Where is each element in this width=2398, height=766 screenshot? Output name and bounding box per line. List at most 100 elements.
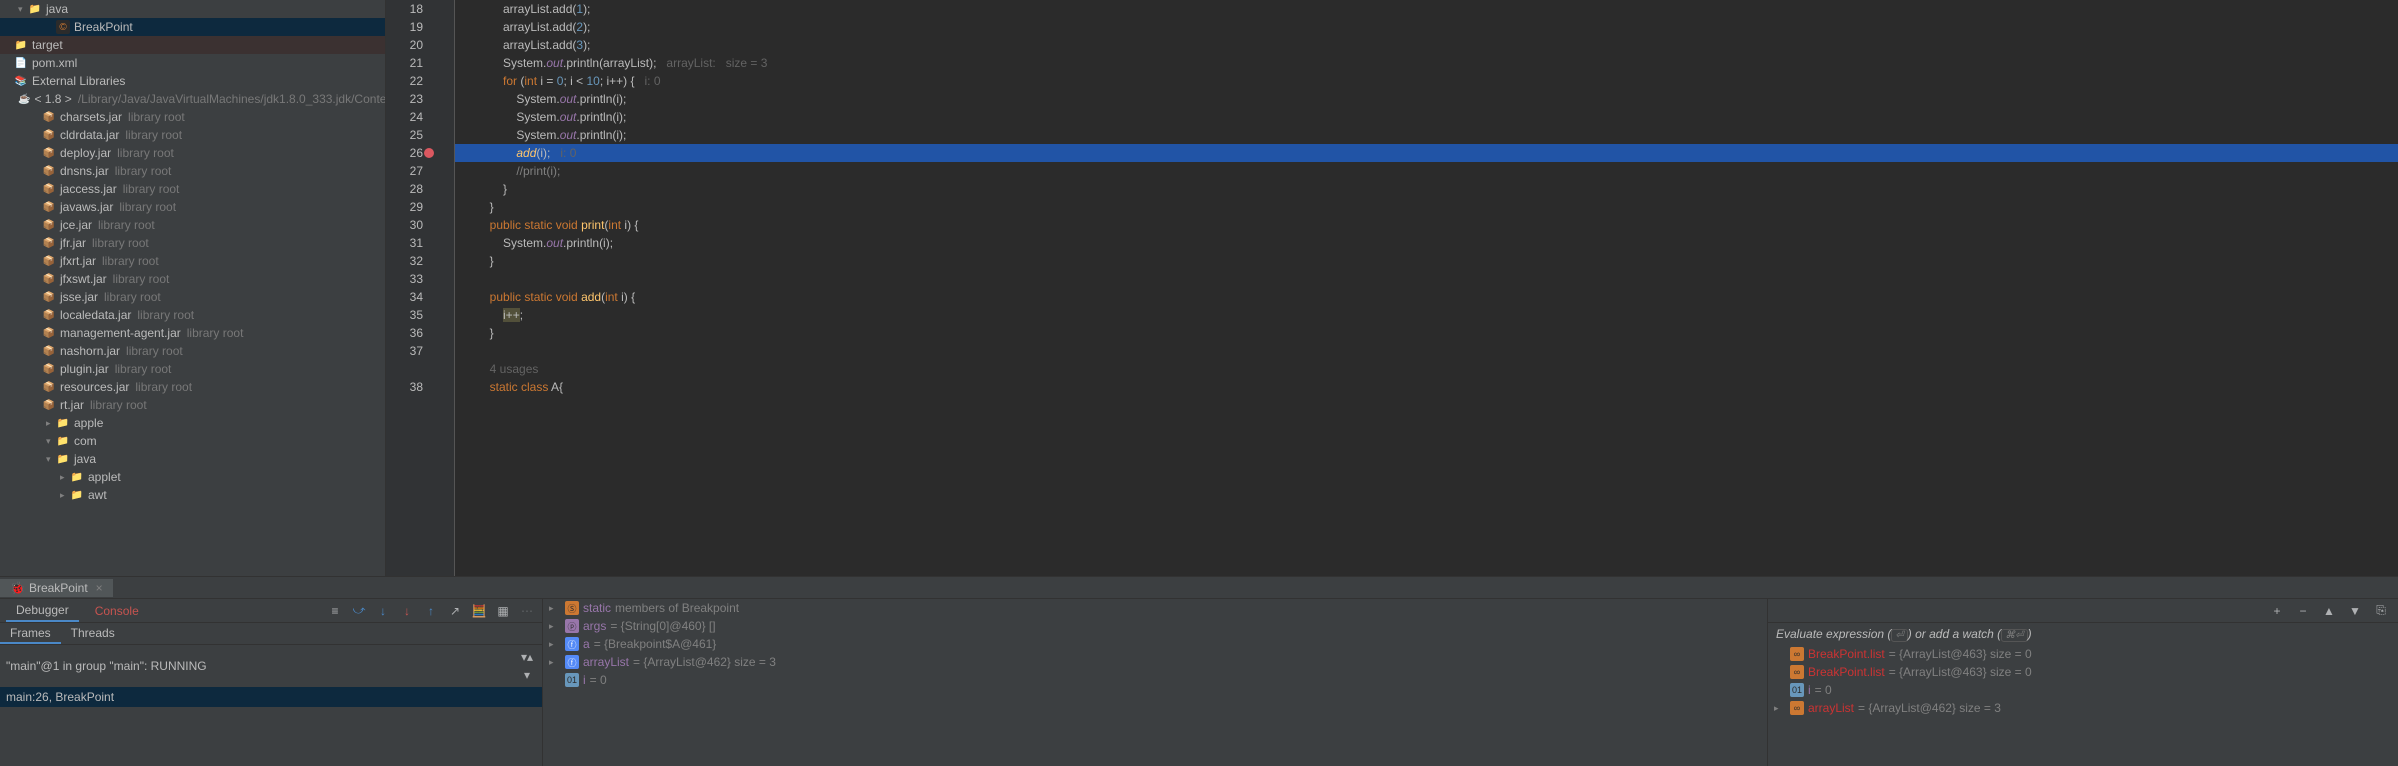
- code-line[interactable]: arrayList.add(2);: [463, 18, 2398, 36]
- tree-item[interactable]: 📦jaccess.jarlibrary root: [0, 180, 385, 198]
- tree-item[interactable]: ©BreakPoint: [0, 18, 385, 36]
- code-line[interactable]: System.out.println(arrayList); arrayList…: [463, 54, 2398, 72]
- dropdown-icon[interactable]: ▾: [518, 666, 536, 684]
- copy-icon[interactable]: ⎘: [2372, 602, 2390, 620]
- expand-icon[interactable]: ▸: [1774, 703, 1786, 714]
- line-number[interactable]: 32: [386, 252, 423, 270]
- variable-row[interactable]: ▸ⓟargs = {String[0]@460} []: [543, 617, 1767, 635]
- line-number[interactable]: 30: [386, 216, 423, 234]
- tree-item[interactable]: ▾📁java: [0, 0, 385, 18]
- code-line[interactable]: add(i); i: 0: [463, 144, 2398, 162]
- line-number[interactable]: 36: [386, 324, 423, 342]
- tree-item[interactable]: 📦jsse.jarlibrary root: [0, 288, 385, 306]
- down-icon[interactable]: ▼: [2346, 602, 2364, 620]
- code-line[interactable]: }: [463, 324, 2398, 342]
- variable-row[interactable]: ▸ⓕarrayList = {ArrayList@462} size = 3: [543, 653, 1767, 671]
- thread-row[interactable]: "main"@1 in group "main": RUNNING ▾▴ ▾: [0, 645, 542, 687]
- code-line[interactable]: for (int i = 0; i < 10; i++) { i: 0: [463, 72, 2398, 90]
- code-area[interactable]: arrayList.add(1); arrayList.add(2); arra…: [455, 0, 2398, 576]
- debug-run-tab[interactable]: 🐞 BreakPoint ×: [0, 579, 113, 597]
- align-icon[interactable]: ≡: [326, 602, 344, 620]
- filter-icon[interactable]: ▾▴: [518, 648, 536, 666]
- code-line[interactable]: }: [463, 180, 2398, 198]
- code-line[interactable]: System.out.println(i);: [463, 126, 2398, 144]
- code-line[interactable]: }: [463, 252, 2398, 270]
- tree-item[interactable]: ☕< 1.8 >/Library/Java/JavaVirtualMachine…: [0, 90, 385, 108]
- code-line[interactable]: System.out.println(i);: [463, 234, 2398, 252]
- code-line[interactable]: System.out.println(i);: [463, 108, 2398, 126]
- debugger-subtab[interactable]: Debugger: [6, 600, 79, 622]
- tree-item[interactable]: 📦nashorn.jarlibrary root: [0, 342, 385, 360]
- code-line[interactable]: static class A{: [463, 378, 2398, 396]
- stack-frame[interactable]: main:26, BreakPoint: [0, 687, 542, 707]
- line-number[interactable]: 22: [386, 72, 423, 90]
- tree-item[interactable]: 📦jce.jarlibrary root: [0, 216, 385, 234]
- tree-item[interactable]: 📄pom.xml: [0, 54, 385, 72]
- tree-item[interactable]: 📦jfxrt.jarlibrary root: [0, 252, 385, 270]
- tree-item[interactable]: 📦deploy.jarlibrary root: [0, 144, 385, 162]
- tree-item[interactable]: 📦jfxswt.jarlibrary root: [0, 270, 385, 288]
- code-line[interactable]: arrayList.add(1);: [463, 0, 2398, 18]
- code-line[interactable]: public static void add(int i) {: [463, 288, 2398, 306]
- tree-item[interactable]: 📚External Libraries: [0, 72, 385, 90]
- code-line[interactable]: arrayList.add(3);: [463, 36, 2398, 54]
- tree-item[interactable]: 📦localedata.jarlibrary root: [0, 306, 385, 324]
- tree-item[interactable]: ▾📁com: [0, 432, 385, 450]
- remove-watch-icon[interactable]: −: [2294, 602, 2312, 620]
- line-number[interactable]: 20: [386, 36, 423, 54]
- threads-tab[interactable]: Threads: [61, 623, 125, 644]
- tree-item[interactable]: ▸📁apple: [0, 414, 385, 432]
- line-number[interactable]: 25: [386, 126, 423, 144]
- editor[interactable]: 1819202122232425262728293031323334353637…: [386, 0, 2398, 576]
- tree-item[interactable]: 📦resources.jarlibrary root: [0, 378, 385, 396]
- frames-tab[interactable]: Frames: [0, 623, 61, 644]
- more-icon[interactable]: ⋯: [518, 602, 536, 620]
- console-subtab[interactable]: Console: [85, 601, 149, 621]
- variable-row[interactable]: ∞BreakPoint.list = {ArrayList@463} size …: [1768, 645, 2398, 663]
- step-over-icon[interactable]: ⤻: [350, 602, 368, 620]
- layout-icon[interactable]: ▦: [494, 602, 512, 620]
- gutter[interactable]: 1819202122232425262728293031323334353637…: [386, 0, 441, 576]
- step-into-icon[interactable]: ↓: [374, 602, 392, 620]
- code-line[interactable]: public static void print(int i) {: [463, 216, 2398, 234]
- line-number[interactable]: 21: [386, 54, 423, 72]
- expand-icon[interactable]: ▸: [549, 621, 561, 632]
- variable-row[interactable]: ▸ⓕa = {Breakpoint$A@461}: [543, 635, 1767, 653]
- line-number[interactable]: 38: [386, 378, 423, 396]
- step-out-icon[interactable]: ↑: [422, 602, 440, 620]
- line-number[interactable]: 28: [386, 180, 423, 198]
- line-number[interactable]: 23: [386, 90, 423, 108]
- code-line[interactable]: //print(i);: [463, 162, 2398, 180]
- fold-column[interactable]: [441, 0, 455, 576]
- tree-item[interactable]: 📁target: [0, 36, 385, 54]
- code-line[interactable]: }: [463, 198, 2398, 216]
- variable-row[interactable]: ▸∞arrayList = {ArrayList@462} size = 3: [1768, 699, 2398, 717]
- variable-row[interactable]: 01i = 0: [1768, 681, 2398, 699]
- tree-item[interactable]: 📦jfr.jarlibrary root: [0, 234, 385, 252]
- tree-item[interactable]: ▾📁java: [0, 450, 385, 468]
- expand-icon[interactable]: ▸: [549, 639, 561, 650]
- tree-item[interactable]: 📦dnsns.jarlibrary root: [0, 162, 385, 180]
- code-line[interactable]: [463, 342, 2398, 360]
- variable-row[interactable]: ▸Ⓢstatic members of Breakpoint: [543, 599, 1767, 617]
- expand-icon[interactable]: ▸: [549, 603, 561, 614]
- line-number[interactable]: [386, 360, 423, 378]
- line-number[interactable]: 33: [386, 270, 423, 288]
- variable-row[interactable]: 01i = 0: [543, 671, 1767, 689]
- line-number[interactable]: 37: [386, 342, 423, 360]
- tree-item[interactable]: 📦cldrdata.jarlibrary root: [0, 126, 385, 144]
- up-icon[interactable]: ▲: [2320, 602, 2338, 620]
- line-number[interactable]: 29: [386, 198, 423, 216]
- code-line[interactable]: [463, 270, 2398, 288]
- expand-icon[interactable]: ▸: [549, 657, 561, 668]
- line-number[interactable]: 34: [386, 288, 423, 306]
- add-watch-icon[interactable]: +: [2268, 602, 2286, 620]
- line-number[interactable]: 24: [386, 108, 423, 126]
- run-to-cursor-icon[interactable]: ↗: [446, 602, 464, 620]
- tree-item[interactable]: ▸📁applet: [0, 468, 385, 486]
- tree-item[interactable]: 📦plugin.jarlibrary root: [0, 360, 385, 378]
- code-line[interactable]: 4 usages: [463, 360, 2398, 378]
- force-step-icon[interactable]: ↓: [398, 602, 416, 620]
- evaluate-icon[interactable]: 🧮: [470, 602, 488, 620]
- line-number[interactable]: 26: [386, 144, 423, 162]
